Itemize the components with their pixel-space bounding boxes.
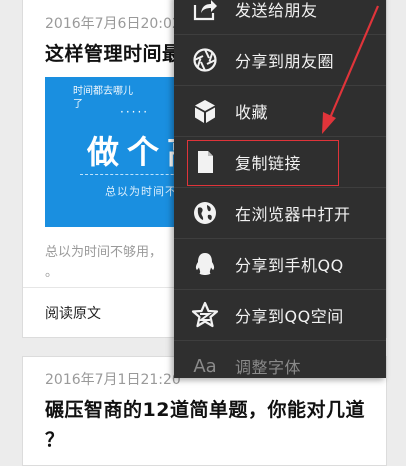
article-title-continuation[interactable]: ？ <box>45 425 64 452</box>
article-title[interactable]: 碾压智商的12道简单题，你能对几道 <box>45 395 365 422</box>
article-date: 2016年7月1日21:20 <box>45 372 181 388</box>
menu-item-open-in-browser[interactable]: 在浏览器中打开 <box>174 188 386 239</box>
menu-item-favorite[interactable]: 收藏 <box>174 86 386 137</box>
cube-icon <box>189 95 221 127</box>
menu-item-share-qzone[interactable]: 分享到QQ空间 <box>174 290 386 341</box>
article-date: 2016年7月6日20:02 <box>45 16 181 32</box>
share-arrow-icon <box>189 0 221 25</box>
menu-item-label: 收藏 <box>235 103 269 122</box>
menu-item-adjust-font[interactable]: Aa 调整字体 <box>174 341 386 378</box>
menu-item-label: 分享到朋友圈 <box>235 52 335 71</box>
copy-link-highlight <box>187 140 339 186</box>
menu-item-share-qq[interactable]: 分享到手机QQ <box>174 239 386 290</box>
read-more-link[interactable]: 阅读原文 <box>45 303 101 323</box>
article-title[interactable]: 这样管理时间最 <box>45 39 182 66</box>
globe-icon <box>189 197 221 229</box>
menu-item-label: 在浏览器中打开 <box>235 205 351 224</box>
share-menu: 发送给朋友 分享到朋友圈 收藏 复制链接 在浏览器中打开 分享到手机QQ 分享到… <box>174 0 386 378</box>
article-summary-end: 。 <box>45 265 59 280</box>
qzone-star-icon <box>189 299 221 331</box>
moments-shutter-icon <box>189 44 221 76</box>
menu-item-send-to-friend[interactable]: 发送给朋友 <box>174 0 386 35</box>
font-size-icon: Aa <box>193 355 217 377</box>
menu-item-share-moments[interactable]: 分享到朋友圈 <box>174 35 386 86</box>
menu-item-label: 分享到手机QQ <box>235 256 344 275</box>
menu-item-label: 调整字体 <box>235 358 302 377</box>
article-summary: 总以为时间不够用， <box>45 245 163 260</box>
menu-item-label: 发送给朋友 <box>235 1 318 20</box>
menu-item-label: 分享到QQ空间 <box>235 307 344 326</box>
qq-penguin-icon <box>189 248 221 280</box>
banner-dots: ····· <box>120 105 150 119</box>
